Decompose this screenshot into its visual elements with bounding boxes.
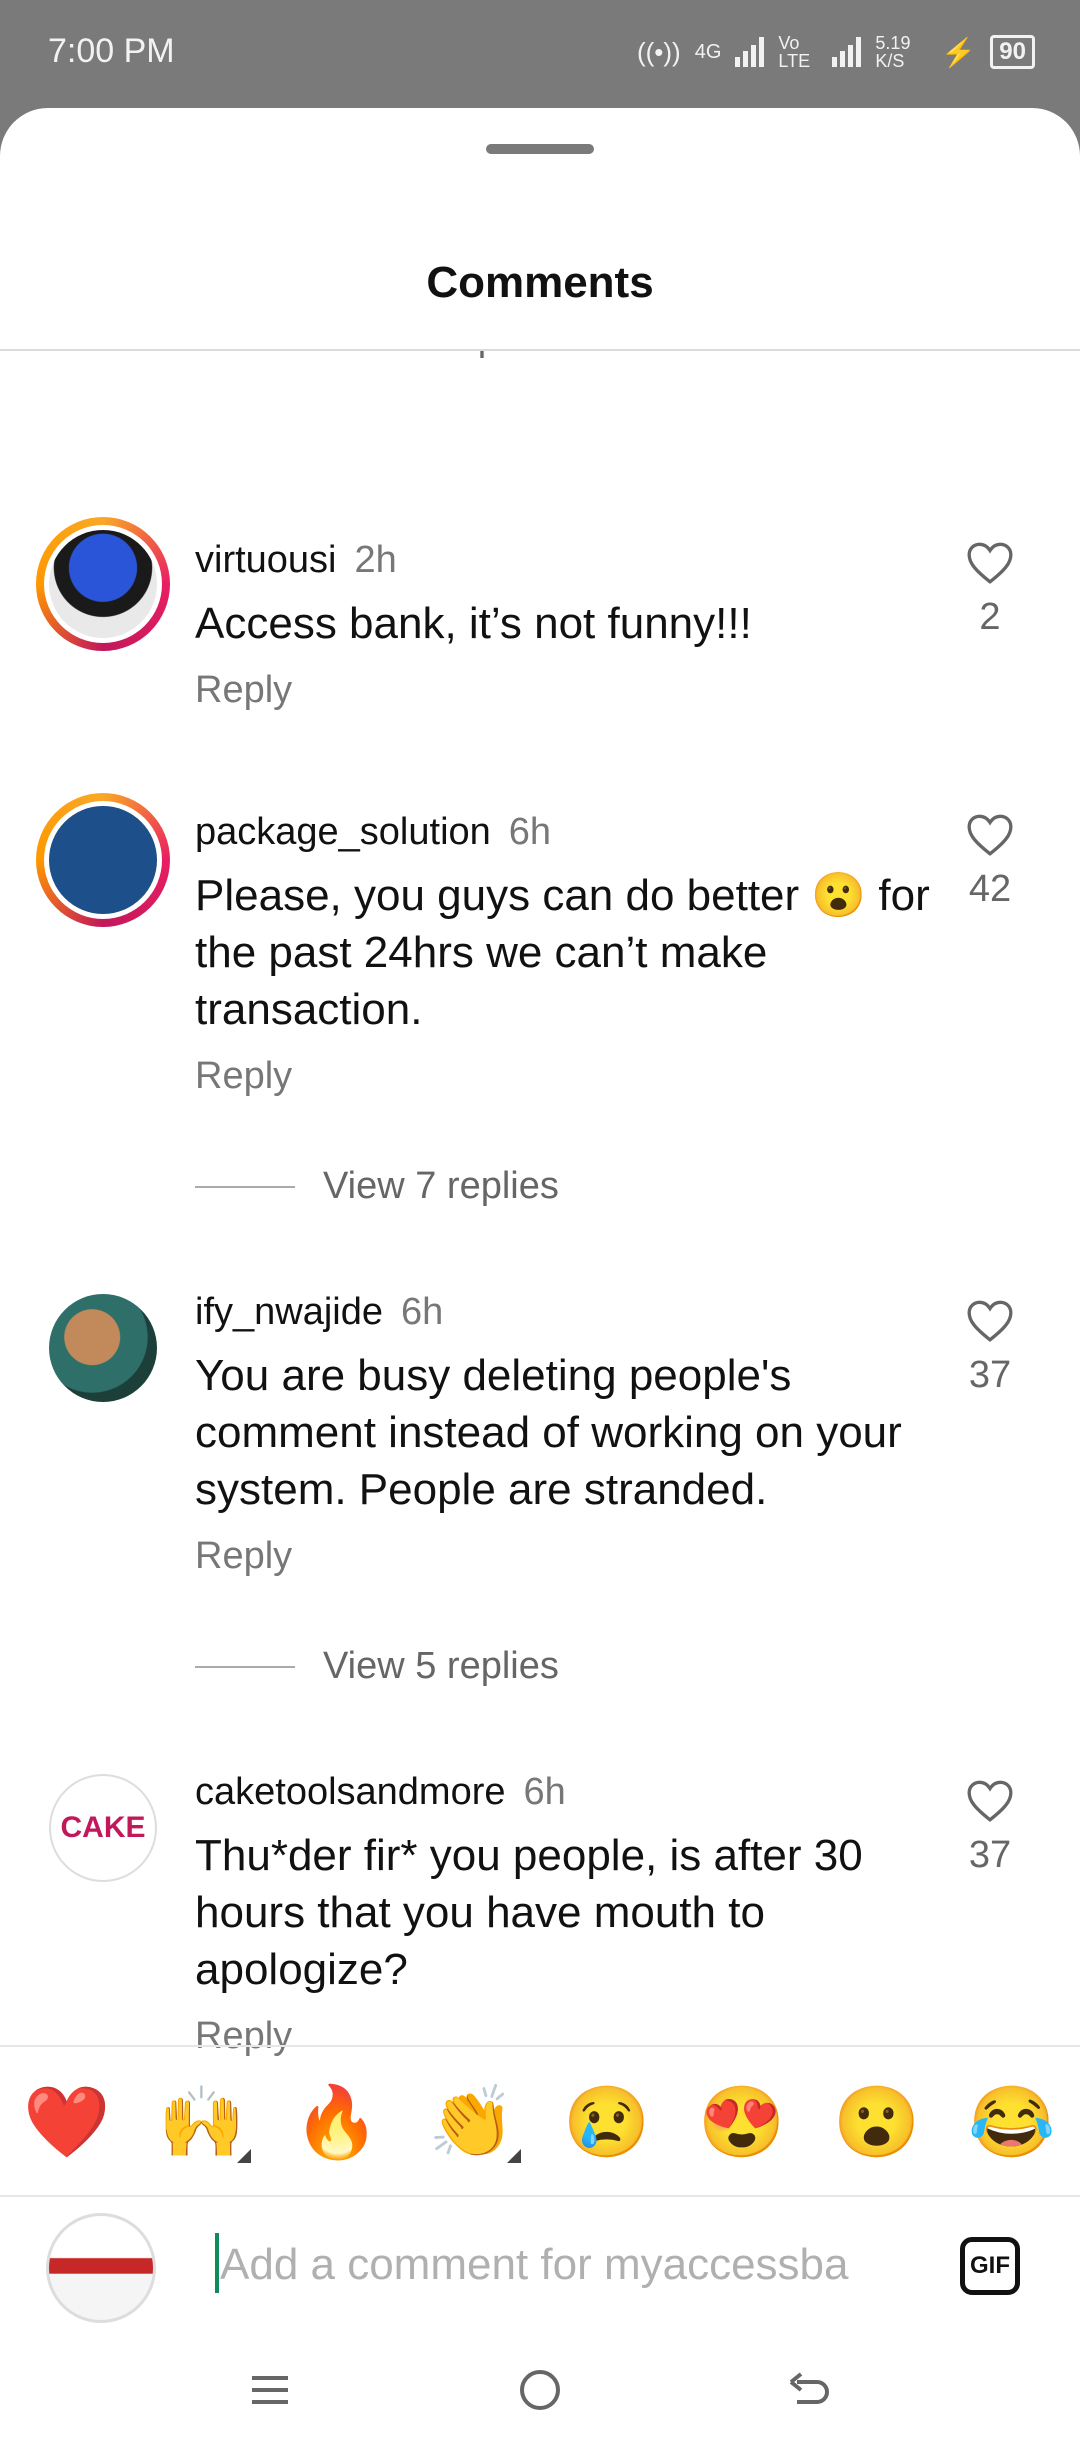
comments-sheet: Comments View 7 replies virtuousi 2h Acce… bbox=[0, 108, 1080, 2460]
comment-input[interactable] bbox=[220, 2225, 910, 2305]
charging-icon: ⚡ bbox=[941, 36, 977, 68]
like-button[interactable]: 37 bbox=[960, 1297, 1020, 1397]
volte-label: Vo LTE bbox=[778, 33, 811, 71]
like-count: 2 bbox=[979, 596, 1001, 638]
view-replies-partial[interactable]: View 7 replies bbox=[320, 351, 556, 360]
net-speed: 5.19 K/S bbox=[875, 33, 911, 71]
signal-icon-2 bbox=[832, 37, 862, 67]
view-replies-label: View 7 replies bbox=[323, 1165, 559, 1207]
back-icon[interactable] bbox=[770, 2350, 850, 2430]
drag-handle[interactable] bbox=[486, 144, 594, 154]
hotspot-icon: ((•)) bbox=[636, 36, 681, 67]
view-replies-button[interactable]: View 7 replies bbox=[195, 1165, 559, 1208]
heart-icon bbox=[967, 542, 1013, 584]
comment-text: Thu*der fir* you people, is after 30 hou… bbox=[195, 1831, 863, 1994]
comment-text: Please, you guys can do better 😮 for the… bbox=[195, 871, 930, 1034]
variant-indicator-icon bbox=[237, 2149, 251, 2163]
emoji-clapping-hands[interactable]: 👏 bbox=[427, 2077, 521, 2167]
divider bbox=[195, 1185, 295, 1188]
status-bar: 7:00 PM ((•)) 4G Vo LTE 5.19 K/S ⚡ 90 bbox=[0, 0, 1080, 110]
like-count: 37 bbox=[968, 1834, 1012, 1876]
reply-button[interactable]: Reply bbox=[195, 1535, 292, 1578]
emoji-raised-hands[interactable]: 🙌 bbox=[157, 2077, 251, 2167]
comment-text: You are busy deleting people's comment i… bbox=[195, 1351, 902, 1514]
system-nav-bar bbox=[0, 2330, 1080, 2460]
like-button[interactable]: 2 bbox=[960, 539, 1020, 639]
my-avatar[interactable] bbox=[46, 2213, 156, 2323]
avatar[interactable] bbox=[36, 793, 170, 927]
divider bbox=[195, 1665, 295, 1668]
avatar[interactable] bbox=[36, 517, 170, 651]
username[interactable]: ify_nwajide bbox=[195, 1291, 383, 1333]
view-replies-label: View 5 replies bbox=[323, 1645, 559, 1687]
emoji-heart-eyes[interactable]: 😍 bbox=[697, 2077, 787, 2167]
emoji-bar: ❤️ 🙌 🔥 👏 😢 😍 😮 😂 bbox=[0, 2045, 1080, 2197]
username[interactable]: virtuousi bbox=[195, 539, 337, 581]
status-icons: ((•)) 4G Vo LTE 5.19 K/S ⚡ 90 bbox=[637, 34, 1035, 70]
comment-meta: caketoolsandmore 6h bbox=[195, 1771, 566, 1814]
comment-composer: GIF bbox=[0, 2195, 1080, 2325]
like-button[interactable]: 42 bbox=[960, 811, 1020, 911]
reply-button[interactable]: Reply bbox=[195, 669, 292, 712]
like-count: 42 bbox=[968, 868, 1012, 910]
comment-time: 2h bbox=[354, 539, 397, 581]
comment-text: Access bank, it’s not funny!!! bbox=[195, 599, 752, 648]
home-icon[interactable] bbox=[500, 2350, 580, 2430]
emoji-surprised[interactable]: 😮 bbox=[832, 2077, 922, 2167]
heart-icon bbox=[967, 1300, 1013, 1342]
menu-icon[interactable] bbox=[230, 2350, 310, 2430]
reply-button[interactable]: Reply bbox=[195, 1055, 292, 1098]
avatar[interactable]: CAKE bbox=[36, 1761, 170, 1895]
comment-meta: virtuousi 2h bbox=[195, 539, 397, 582]
gif-button[interactable]: GIF bbox=[960, 2237, 1020, 2295]
view-replies-button[interactable]: View 5 replies bbox=[195, 1645, 559, 1688]
comment-meta: package_solution 6h bbox=[195, 811, 551, 854]
avatar[interactable] bbox=[36, 1281, 170, 1415]
heart-icon bbox=[967, 1780, 1013, 1822]
emoji-heart[interactable]: ❤️ bbox=[22, 2077, 112, 2167]
like-count: 37 bbox=[968, 1354, 1012, 1396]
network-type: 4G bbox=[694, 40, 722, 63]
comment-meta: ify_nwajide 6h bbox=[195, 1291, 443, 1334]
sheet-title: Comments bbox=[426, 258, 654, 307]
emoji-fire[interactable]: 🔥 bbox=[292, 2077, 382, 2167]
comments-list[interactable]: View 7 replies virtuousi 2h Access bank, … bbox=[0, 351, 1080, 2149]
heart-icon bbox=[967, 814, 1013, 856]
username[interactable]: caketoolsandmore bbox=[195, 1771, 506, 1813]
battery-icon: 90 bbox=[990, 35, 1035, 69]
comment-time: 6h bbox=[401, 1291, 444, 1333]
text-cursor bbox=[215, 2233, 219, 2293]
cake-logo-icon: CAKE bbox=[49, 1774, 157, 1882]
signal-icon bbox=[735, 37, 765, 67]
like-button[interactable]: 37 bbox=[960, 1777, 1020, 1877]
variant-indicator-icon bbox=[507, 2149, 521, 2163]
comment-time: 6h bbox=[523, 1771, 566, 1813]
comment-time: 6h bbox=[508, 811, 552, 853]
emoji-crying-face[interactable]: 😢 bbox=[562, 2077, 652, 2167]
emoji-tears-of-joy[interactable]: 😂 bbox=[967, 2077, 1057, 2167]
username[interactable]: package_solution bbox=[195, 811, 491, 853]
status-time: 7:00 PM bbox=[48, 32, 175, 70]
